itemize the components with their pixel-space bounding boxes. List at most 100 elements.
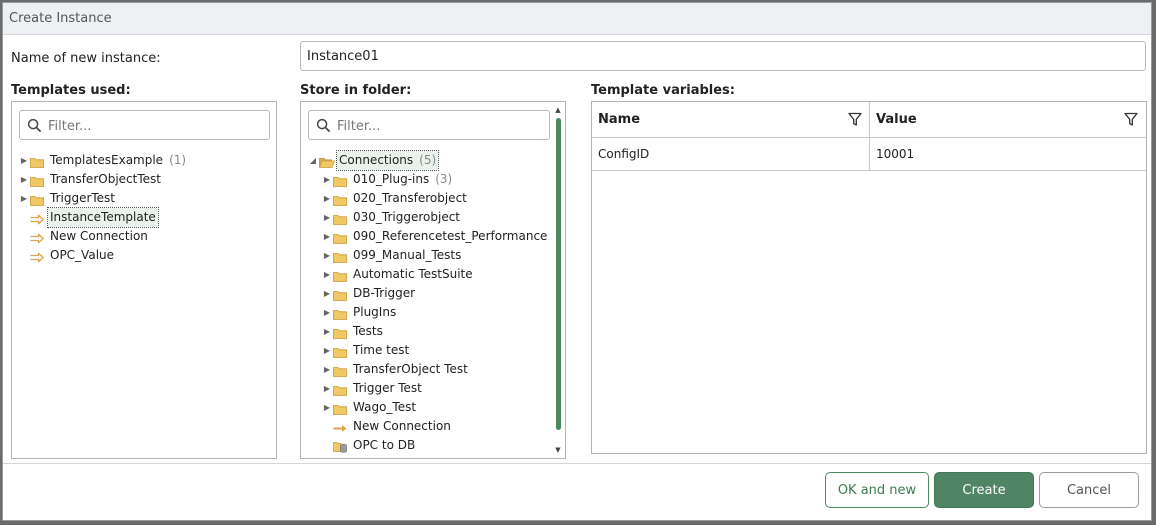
tree-item-label[interactable]: Wago_Test <box>351 398 418 417</box>
item-count: (5) <box>419 153 437 167</box>
instance-name-input[interactable] <box>300 41 1146 71</box>
expand-arrow-icon[interactable]: ▶ <box>19 151 29 170</box>
expand-arrow-icon[interactable]: ▶ <box>322 227 332 246</box>
scroll-down-icon[interactable]: ▼ <box>554 446 562 454</box>
tree-item-text: 030_Triggerobject <box>353 210 461 224</box>
cell-value[interactable]: 10001 <box>870 138 1146 170</box>
templates-filter[interactable] <box>19 110 270 140</box>
tree-item-label[interactable]: New Connection <box>48 227 150 246</box>
template-arrow-icon <box>30 250 44 263</box>
expand-arrow-icon[interactable]: ▶ <box>322 170 332 189</box>
filter-funnel-icon[interactable] <box>1124 112 1138 127</box>
tree-item-label[interactable]: 099_Manual_Tests <box>351 246 463 265</box>
tree-item-label[interactable]: OPC_Value <box>48 246 116 265</box>
tree-item[interactable]: ▶ Automatic TestSuite <box>301 265 565 284</box>
template-arrow-icon <box>30 231 44 244</box>
expand-arrow-icon[interactable]: ▶ <box>322 398 332 417</box>
tree-item[interactable]: ▶ Tests <box>301 322 565 341</box>
tree-item[interactable]: ▶ TriggerTest <box>12 189 276 208</box>
scroll-up-icon[interactable]: ▲ <box>554 106 562 114</box>
tree-item[interactable]: ▶ DB-Trigger <box>301 284 565 303</box>
tree-item-label[interactable]: TriggerTest <box>48 189 117 208</box>
tree-item-label[interactable]: 010_Plug-ins (3) <box>351 170 454 189</box>
tree-item[interactable]: ▶ TransferObject Test <box>301 360 565 379</box>
tree-item[interactable]: ▶ 010_Plug-ins (3) <box>301 170 565 189</box>
tree-item-label[interactable]: Connections (5) <box>335 150 440 171</box>
tree-item-text: Trigger Test <box>353 381 422 395</box>
expand-arrow-icon[interactable]: ▶ <box>322 189 332 208</box>
name-label: Name of new instance: <box>11 51 161 66</box>
templates-filter-input[interactable] <box>46 115 267 137</box>
column-header-value[interactable]: Value <box>870 102 1146 137</box>
folder-icon <box>333 212 347 225</box>
folder-icon <box>333 193 347 206</box>
ok-and-new-button[interactable]: OK and new <box>825 472 929 508</box>
expand-arrow-icon[interactable]: ▶ <box>322 208 332 227</box>
tree-item-label[interactable]: DB-Trigger <box>351 284 417 303</box>
tree-item[interactable]: ▶ PlugIns <box>301 303 565 322</box>
tree-item-label[interactable]: TransferObject Test <box>351 360 470 379</box>
tree-item-text: 099_Manual_Tests <box>353 248 462 262</box>
tree-item[interactable]: ▶ Time test <box>301 341 565 360</box>
tree-item-text: New Connection <box>50 229 148 243</box>
tree-item-label[interactable]: Automatic TestSuite <box>351 265 475 284</box>
tree-item[interactable]: ▶ 030_Triggerobject <box>301 208 565 227</box>
cancel-button[interactable]: Cancel <box>1039 472 1139 508</box>
create-instance-dialog: Create Instance Name of new instance: Te… <box>2 2 1152 521</box>
tree-item-label[interactable]: TransferObjectTest <box>48 170 163 189</box>
tree-item-text: OPC_Value <box>50 248 115 262</box>
folders-filter[interactable] <box>308 110 550 140</box>
tree-item-label[interactable]: TemplatesExample (1) <box>48 151 188 170</box>
tree-item-label[interactable]: 030_Triggerobject <box>351 208 462 227</box>
tree-item-text: Automatic TestSuite <box>353 267 473 281</box>
tree-item-label[interactable]: Tests <box>351 322 385 341</box>
expand-arrow-icon[interactable]: ▶ <box>322 284 332 303</box>
expand-arrow-icon[interactable]: ▶ <box>322 303 332 322</box>
tree-item-label[interactable]: Trigger Test <box>351 379 424 398</box>
folder-icon <box>333 269 347 282</box>
table-row[interactable]: ConfigID 10001 <box>592 138 1146 171</box>
tree-item-label[interactable]: 090_Referencetest_Performance <box>351 227 549 246</box>
tree-item[interactable]: InstanceTemplate <box>12 207 276 228</box>
tree-item[interactable]: New Connection <box>12 227 276 246</box>
tree-item[interactable]: ▶ Wago_Test <box>301 398 565 417</box>
filter-funnel-icon[interactable] <box>848 112 862 127</box>
tree-item[interactable]: ▶ 020_Transferobject <box>301 189 565 208</box>
folders-filter-input[interactable] <box>335 115 547 137</box>
tree-item[interactable]: OPC to DB <box>301 436 565 455</box>
column-value-label: Value <box>876 112 917 127</box>
expand-arrow-icon[interactable]: ▶ <box>322 265 332 284</box>
tree-item[interactable]: ◢ Connections (5) <box>301 150 565 171</box>
tree-item[interactable]: ▶ Trigger Test <box>301 379 565 398</box>
expand-arrow-icon[interactable]: ▶ <box>322 341 332 360</box>
create-button[interactable]: Create <box>934 472 1034 508</box>
folder-icon <box>333 402 347 415</box>
expand-arrow-icon[interactable]: ▶ <box>322 246 332 265</box>
expanded-arrow-icon[interactable]: ◢ <box>308 151 318 170</box>
column-header-name[interactable]: Name <box>592 102 869 137</box>
tree-item[interactable]: ▶ 090_Referencetest_Performance <box>301 227 565 246</box>
folder-open-icon <box>318 155 336 168</box>
database-folder-icon <box>333 440 347 453</box>
tree-item-label[interactable]: PlugIns <box>351 303 398 322</box>
tree-item[interactable]: ▶ 099_Manual_Tests <box>301 246 565 265</box>
cell-name: ConfigID <box>598 147 650 161</box>
tree-item-label[interactable]: 020_Transferobject <box>351 189 469 208</box>
expand-arrow-icon[interactable]: ▶ <box>322 322 332 341</box>
tree-item[interactable]: ▶ TemplatesExample (1) <box>12 151 276 170</box>
tree-item[interactable]: ▶ TransferObjectTest <box>12 170 276 189</box>
tree-item-label[interactable]: InstanceTemplate <box>47 207 159 228</box>
scroll-thumb[interactable] <box>556 118 561 430</box>
tree-item-label[interactable]: New Connection <box>351 417 453 436</box>
tree-item-label[interactable]: Time test <box>351 341 411 360</box>
expand-arrow-icon[interactable]: ▶ <box>19 189 29 208</box>
dialog-titlebar: Create Instance <box>3 3 1151 35</box>
tree-item[interactable]: New Connection <box>301 417 565 436</box>
expand-arrow-icon[interactable]: ▶ <box>19 170 29 189</box>
tree-item-label[interactable]: OPC to DB <box>351 436 417 455</box>
search-icon <box>316 118 331 133</box>
expand-arrow-icon[interactable]: ▶ <box>322 360 332 379</box>
expand-arrow-icon[interactable]: ▶ <box>322 379 332 398</box>
tree-item[interactable]: OPC_Value <box>12 246 276 265</box>
folders-scrollbar[interactable]: ▲ ▼ <box>553 106 563 456</box>
